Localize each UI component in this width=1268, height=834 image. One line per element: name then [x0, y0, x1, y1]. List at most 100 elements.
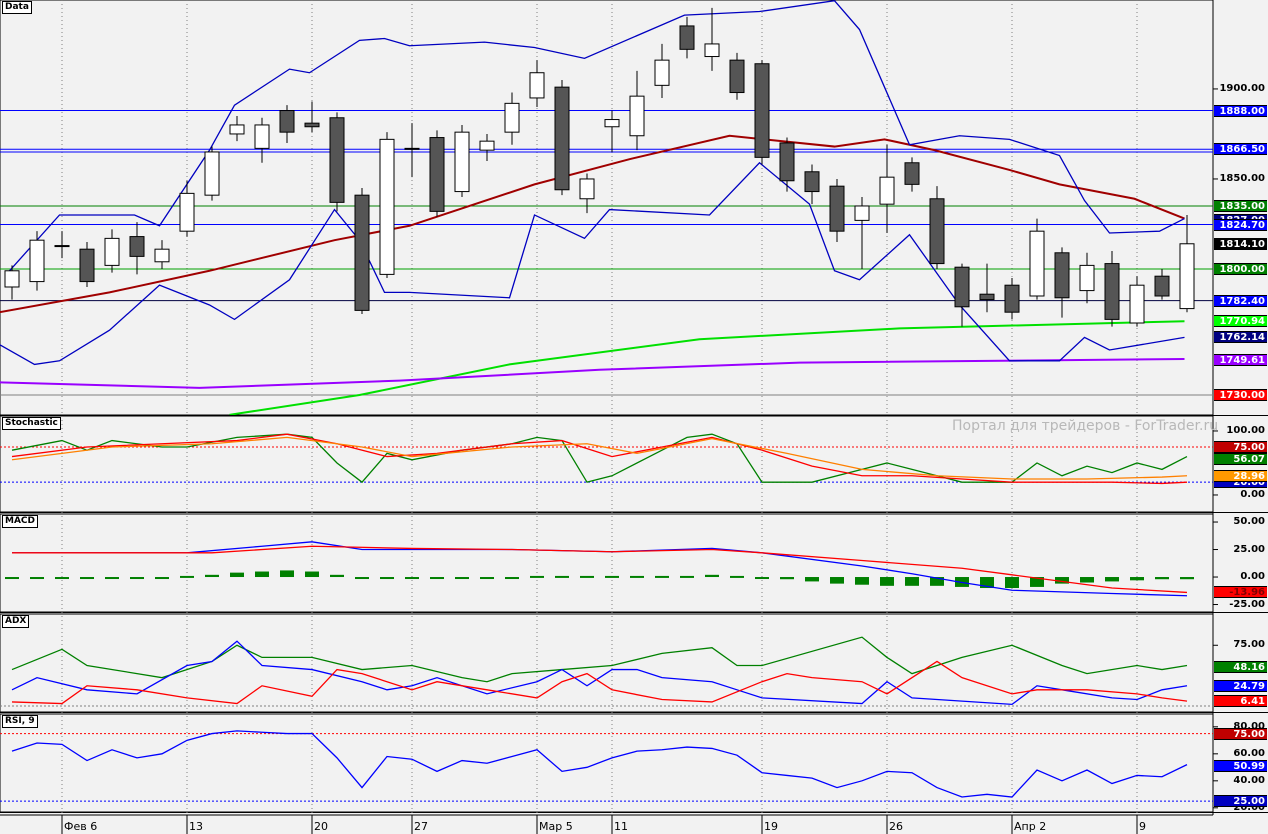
- price-tag: -13.96: [1214, 586, 1267, 599]
- macd-histogram-bar: [280, 570, 294, 578]
- candle-body: [829, 185, 845, 232]
- time-axis-label: Мар 5: [539, 820, 573, 833]
- macd-histogram-bar: [805, 577, 819, 582]
- macd-histogram-bar: [1130, 577, 1144, 581]
- candle: [554, 79, 570, 196]
- candle-body: [479, 140, 495, 151]
- panel-label-stochastic: Stochastic: [2, 417, 61, 430]
- price-tag: 1730.00: [1214, 389, 1267, 401]
- panel-macd: [0, 513, 1214, 613]
- candle-body: [354, 194, 370, 311]
- candle-body: [754, 63, 770, 158]
- time-axis-label: 11: [614, 820, 628, 833]
- macd-histogram-bar: [480, 577, 494, 580]
- price-tag: 25.00: [1214, 795, 1267, 808]
- axis-tick-label: 0.00: [1240, 571, 1265, 583]
- macd-histogram-bar: [430, 577, 444, 580]
- chart-canvas[interactable]: [0, 0, 1268, 834]
- candle: [1029, 218, 1045, 300]
- candle-body: [229, 124, 245, 135]
- candle-body: [379, 138, 395, 275]
- time-axis-label: 20: [314, 820, 328, 833]
- candle-body: [904, 162, 920, 185]
- macd-histogram-bar: [555, 575, 569, 578]
- macd-histogram-bar: [655, 575, 669, 578]
- candle: [379, 132, 395, 278]
- macd-histogram-bar: [605, 575, 619, 578]
- candle-body: [954, 266, 970, 308]
- candle-body: [404, 147, 420, 150]
- axis-tick-label: 100.00: [1226, 424, 1265, 436]
- candle-body: [4, 270, 20, 288]
- macd-histogram-bar: [80, 577, 94, 580]
- price-tag: 1824.70: [1214, 218, 1267, 231]
- macd-histogram-bar: [880, 577, 894, 586]
- panel-label-rsi: RSI, 9: [2, 715, 38, 728]
- macd-histogram-bar: [580, 575, 594, 578]
- price-tag: 56.07: [1214, 453, 1267, 466]
- macd-histogram-bar: [55, 577, 69, 580]
- price-tag: 1866.50: [1214, 143, 1267, 156]
- axis-tick-label: 0.00: [1240, 488, 1265, 500]
- macd-histogram-bar: [5, 577, 19, 580]
- candle-body: [729, 59, 745, 94]
- candle-body: [1054, 252, 1070, 299]
- price-tag: 1782.40: [1214, 294, 1267, 307]
- panel-label-macd: MACD: [2, 515, 38, 528]
- macd-histogram-bar: [1005, 577, 1019, 589]
- candle: [754, 60, 770, 165]
- axis-tick-label: 1900.00: [1219, 82, 1265, 94]
- price-tag: 48.16: [1214, 661, 1267, 673]
- axis-tick-label: 1850.00: [1219, 172, 1265, 184]
- axis-tick-label: -25.00: [1229, 598, 1265, 610]
- candle-body: [629, 95, 645, 137]
- candle-body: [454, 131, 470, 193]
- macd-histogram-bar: [130, 577, 144, 580]
- axis-tick-label: 75.00: [1233, 639, 1265, 651]
- time-axis-label: 9: [1139, 820, 1146, 833]
- candle-body: [1079, 264, 1095, 292]
- candle-body: [179, 192, 195, 232]
- macd-histogram-bar: [780, 577, 794, 580]
- candle: [354, 187, 370, 314]
- macd-histogram-bar: [180, 575, 194, 578]
- candle-body: [879, 176, 895, 205]
- candle-body: [104, 237, 120, 266]
- trading-chart[interactable]: Портал для трейдеров - ForTrader.ru Фев …: [0, 0, 1268, 834]
- macd-histogram-bar: [830, 577, 844, 584]
- watermark: Портал для трейдеров - ForTrader.ru: [952, 418, 1219, 434]
- price-tag: 1814.10: [1214, 237, 1267, 250]
- candle-body: [154, 248, 170, 263]
- candle: [429, 130, 445, 217]
- macd-histogram-bar: [705, 574, 719, 578]
- price-tag: 1749.61: [1214, 353, 1267, 366]
- macd-histogram-bar: [530, 575, 544, 578]
- candle-body: [929, 198, 945, 265]
- candle-body: [529, 72, 545, 99]
- macd-histogram-bar: [855, 577, 869, 585]
- candle-body: [604, 119, 620, 128]
- macd-histogram-bar: [1105, 577, 1119, 582]
- macd-histogram-bar: [1080, 577, 1094, 583]
- price-tag: 75.00: [1214, 440, 1267, 453]
- macd-histogram-bar: [455, 577, 469, 580]
- candle-body: [79, 248, 95, 283]
- candle-body: [1004, 284, 1020, 313]
- macd-histogram-bar: [1155, 577, 1169, 580]
- axis-tick-label: 25.00: [1233, 543, 1265, 555]
- candle-body: [129, 236, 145, 257]
- candle-body: [1129, 284, 1145, 324]
- macd-histogram-bar: [355, 577, 369, 580]
- candle-body: [1179, 243, 1195, 310]
- macd-histogram-bar: [405, 577, 419, 580]
- time-axis-label: Фев 6: [64, 820, 98, 833]
- price-tag: 1762.14: [1214, 331, 1267, 344]
- axis-tick-label: 50.00: [1233, 516, 1265, 528]
- macd-histogram-bar: [30, 577, 44, 580]
- time-axis-label: Апр 2: [1014, 820, 1047, 833]
- axis-tick-label: 40.00: [1233, 774, 1265, 786]
- panel-label-main: Data: [2, 1, 32, 14]
- candle: [329, 112, 345, 212]
- candle-body: [979, 293, 995, 301]
- time-axis-label: 13: [189, 820, 203, 833]
